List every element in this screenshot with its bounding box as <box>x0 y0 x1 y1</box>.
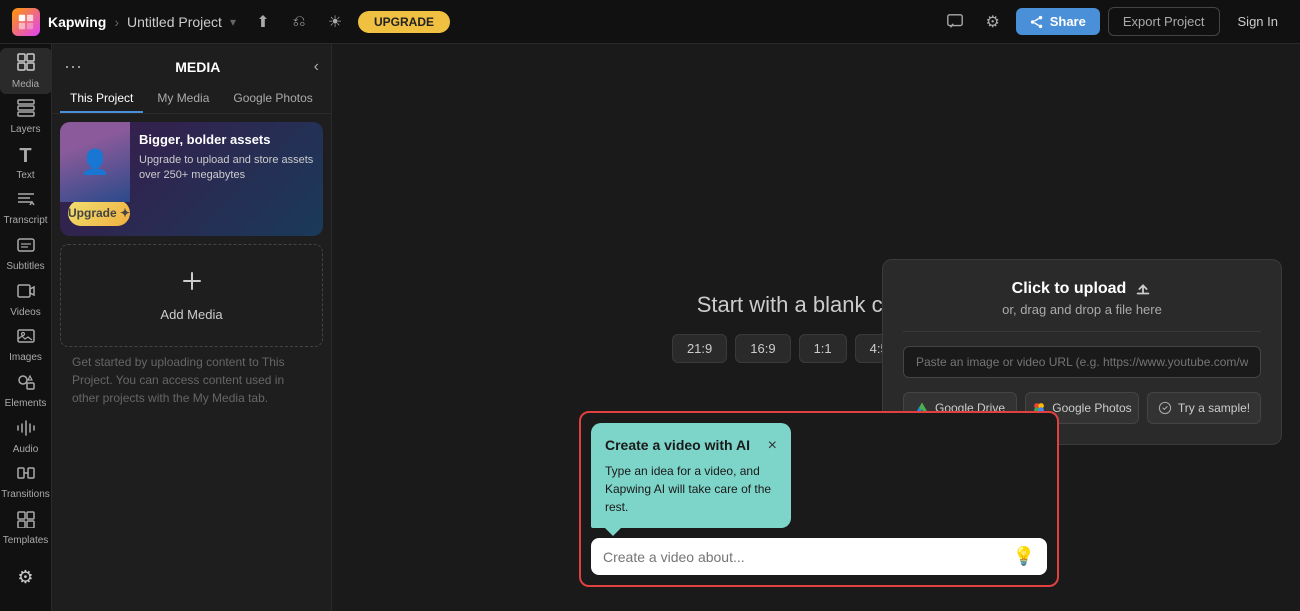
try-sample-button[interactable]: Try a sample! <box>1147 392 1261 424</box>
tab-google-photos[interactable]: Google Photos <box>223 85 322 113</box>
sidebar-item-layers[interactable]: Layers <box>0 94 52 140</box>
brand-name: Kapwing <box>48 14 106 30</box>
videos-icon <box>16 282 36 305</box>
images-label: Images <box>9 352 42 363</box>
add-media-label: Add Media <box>160 307 222 322</box>
upload-top: Click to upload or, drag and drop a file… <box>903 280 1261 332</box>
aspect-21-9[interactable]: 21:9 <box>672 334 727 363</box>
sidebar-item-subtitles[interactable]: Subtitles <box>0 231 52 277</box>
sidebar-item-images[interactable]: Images <box>0 323 52 369</box>
signin-button[interactable]: Sign In <box>1228 8 1288 35</box>
sidebar-item-audio[interactable]: Audio <box>0 414 52 460</box>
upgrade-card-title: Bigger, bolder assets <box>139 132 315 149</box>
project-dropdown-icon[interactable]: ▾ <box>230 15 236 29</box>
sidebar-item-transitions[interactable]: Transitions <box>0 460 52 506</box>
sidebar-item-videos[interactable]: Videos <box>0 277 52 323</box>
transitions-label: Transitions <box>1 489 50 500</box>
media-panel-title: MEDIA <box>82 59 314 75</box>
subtitles-label: Subtitles <box>6 261 44 272</box>
audio-label: Audio <box>13 444 39 455</box>
try-sample-label: Try a sample! <box>1178 401 1250 415</box>
theme-toggle[interactable]: ☀ <box>320 7 350 37</box>
share-label: Share <box>1050 14 1086 29</box>
ai-bubble: Create a video with AI × Type an idea fo… <box>591 423 791 528</box>
sidebar-item-media[interactable]: Media <box>0 48 52 94</box>
export-button[interactable]: Export Project <box>1108 7 1220 36</box>
media-panel: ··· MEDIA ‹ This Project My Media Google… <box>52 44 332 611</box>
project-name[interactable]: Untitled Project <box>127 14 222 30</box>
subtitles-icon <box>16 236 36 259</box>
topbar-right: ⚙ Share Export Project Sign In <box>940 7 1288 37</box>
ai-video-input[interactable] <box>603 549 1005 565</box>
upload-button[interactable]: ⬆ <box>248 7 278 37</box>
upgrade-card-button[interactable]: Upgrade ✦ <box>68 200 130 226</box>
ai-input-icon[interactable]: 💡 <box>1013 546 1035 567</box>
tab-this-project[interactable]: This Project <box>60 85 143 113</box>
comment-button[interactable] <box>940 7 970 37</box>
elements-label: Elements <box>5 398 47 409</box>
logo <box>12 8 40 36</box>
topbar: Kapwing › Untitled Project ▾ ⬆ ⎌ ☀ UPGRA… <box>0 0 1300 44</box>
settings-button[interactable]: ⚙ <box>978 7 1008 37</box>
upgrade-card-image: 👤 <box>60 122 130 202</box>
transitions-icon <box>16 464 36 487</box>
ai-bubble-title-text: Create a video with AI <box>605 435 750 456</box>
sidenav-settings[interactable]: ⚙ <box>0 551 52 603</box>
main-area: Media Layers T Text Transcript Subtitles <box>0 44 1300 611</box>
add-media-button[interactable]: Add Media <box>60 244 323 347</box>
text-label: Text <box>16 170 34 181</box>
upgrade-card: 👤 Bigger, bolder assets Upgrade to uploa… <box>60 122 323 236</box>
ai-video-box: Create a video with AI × Type an idea fo… <box>579 411 1059 587</box>
ai-bubble-close[interactable]: × <box>768 437 777 455</box>
ai-bubble-desc: Type an idea for a video, and Kapwing AI… <box>605 462 777 516</box>
canvas-area: Start with a blank canvas 21:9 16:9 1:1 … <box>338 44 1300 611</box>
aspect-1-1[interactable]: 1:1 <box>799 334 847 363</box>
media-panel-body: 👤 Bigger, bolder assets Upgrade to uploa… <box>52 114 331 611</box>
sidenav: Media Layers T Text Transcript Subtitles <box>0 44 52 611</box>
videos-label: Videos <box>10 307 40 318</box>
add-media-icon <box>180 269 204 299</box>
topbar-actions-left: ⬆ ⎌ ☀ <box>248 7 350 37</box>
share-button[interactable]: Share <box>1016 8 1100 35</box>
upgrade-button[interactable]: UPGRADE <box>358 11 450 33</box>
tab-my-media[interactable]: My Media <box>147 85 219 113</box>
upload-title: Click to upload <box>1012 280 1153 298</box>
media-panel-collapse[interactable]: ‹ <box>314 58 319 76</box>
google-photos-label: Google Photos <box>1052 401 1131 415</box>
transcript-icon <box>16 190 36 213</box>
media-icon <box>16 52 36 77</box>
sidebar-item-elements[interactable]: Elements <box>0 368 52 414</box>
templates-icon <box>16 510 36 533</box>
media-label: Media <box>12 79 39 90</box>
layers-icon <box>16 99 36 122</box>
upload-subtitle: or, drag and drop a file here <box>1002 302 1162 317</box>
media-panel-options[interactable]: ··· <box>64 56 82 77</box>
audio-icon <box>16 419 36 442</box>
layers-label: Layers <box>10 124 40 135</box>
sidebar-item-templates[interactable]: Templates <box>0 505 52 551</box>
images-icon <box>16 327 36 350</box>
settings-nav-icon: ⚙ <box>17 567 33 588</box>
ai-bubble-title: Create a video with AI × <box>605 435 777 456</box>
upgrade-card-content: Bigger, bolder assets Upgrade to upload … <box>135 122 323 192</box>
sidebar-item-transcript[interactable]: Transcript <box>0 185 52 231</box>
aspect-16-9[interactable]: 16:9 <box>735 334 790 363</box>
elements-icon <box>16 373 36 396</box>
media-panel-header: ··· MEDIA ‹ <box>52 44 331 85</box>
sidenav-bottom: ⚙ <box>0 551 52 611</box>
history-button[interactable]: ⎌ <box>284 7 314 37</box>
url-input[interactable] <box>903 346 1261 378</box>
upgrade-card-desc: Upgrade to upload and store assets over … <box>139 153 315 184</box>
transcript-label: Transcript <box>3 215 47 226</box>
text-icon: T <box>19 145 31 168</box>
media-tabs: This Project My Media Google Photos <box>52 85 331 114</box>
templates-label: Templates <box>3 535 49 546</box>
sidebar-item-text[interactable]: T Text <box>0 140 52 186</box>
ai-input-row: 💡 <box>591 538 1047 575</box>
breadcrumb-sep: › <box>114 14 119 30</box>
upgrade-card-person: 👤 <box>60 122 130 202</box>
upload-title-text: Click to upload <box>1012 280 1127 298</box>
media-hint: Get started by uploading content to This… <box>60 347 323 413</box>
